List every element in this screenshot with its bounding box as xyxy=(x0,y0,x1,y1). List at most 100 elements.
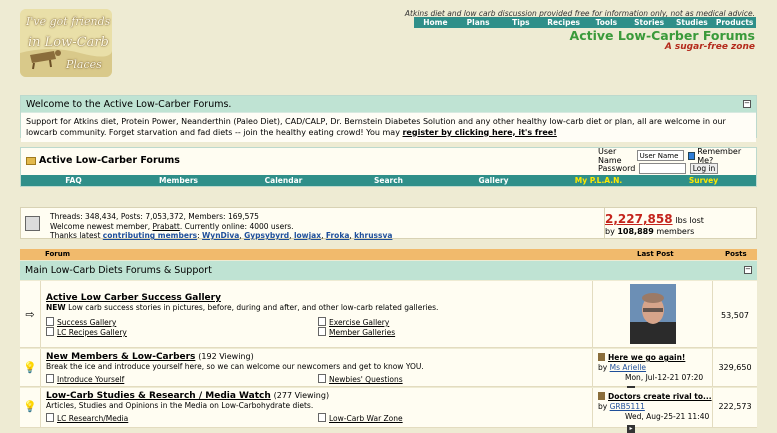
pounds-lost-value[interactable]: 2,227,858 xyxy=(605,212,673,226)
sub-navigation: FAQ Members Calendar Search Gallery My P… xyxy=(21,175,756,186)
forum-title-link[interactable]: New Members & Low-Carbers xyxy=(46,352,195,362)
logo-text-line3: Places xyxy=(66,58,102,71)
last-post-title[interactable]: Here we go again! xyxy=(608,353,685,362)
by-label: by xyxy=(605,227,615,236)
nav-products[interactable]: Products xyxy=(713,17,756,28)
collapse-icon[interactable]: − xyxy=(743,100,751,108)
viewing-count: (192 Viewing) xyxy=(198,352,254,361)
subnav-members[interactable]: Members xyxy=(126,175,231,186)
newest-prefix: Welcome newest member, xyxy=(50,221,153,231)
contributor-link[interactable]: Gypsybyrd xyxy=(244,231,289,240)
subnav-calendar[interactable]: Calendar xyxy=(231,175,336,186)
site-logo[interactable]: I've got friends in Low-Carb Places xyxy=(20,9,112,77)
password-input[interactable] xyxy=(639,163,686,174)
welcome-heading-text: Welcome to the Active Low-Carber Forums. xyxy=(26,99,232,110)
last-post-user[interactable]: GRB5111 xyxy=(610,402,645,411)
posts-count: 329,650 xyxy=(718,363,752,372)
forum-row: 💡 Low-Carb Studies & Research / Media Wa… xyxy=(20,388,757,433)
password-label: Password xyxy=(598,164,636,173)
stats-icon xyxy=(25,216,40,231)
lightbulb-icon: 💡 xyxy=(20,388,41,427)
collapse-icon[interactable]: − xyxy=(744,266,752,274)
subforum-link[interactable]: Member Galleries xyxy=(318,327,395,337)
new-badge: NEW xyxy=(46,303,66,312)
col-last-post: Last Post xyxy=(637,250,674,258)
login-form: User Name Remember Me? Password Log in xyxy=(598,146,756,175)
navbar-panel: Active Low-Carber Forums User Name Remem… xyxy=(20,147,757,187)
subforum-link[interactable]: Exercise Gallery xyxy=(318,317,389,327)
subforum-link[interactable]: Success Gallery xyxy=(46,317,116,327)
last-post-date: Mon, Jul-12-21 07:20 xyxy=(625,373,704,382)
login-button[interactable]: Log in xyxy=(690,163,718,174)
username-label: User Name xyxy=(598,146,622,165)
posts-count-cell: 222,573 xyxy=(713,388,757,427)
subnav-survey[interactable]: Survey xyxy=(651,175,756,186)
forum-stats: Threads: 348,434, Posts: 7,053,372, Memb… xyxy=(20,207,757,241)
welcome-body: Support for Atkins diet, Protein Power, … xyxy=(21,113,756,142)
register-link[interactable]: register by clicking here, it's free! xyxy=(402,128,556,137)
last-post-user[interactable]: Ms Arielle xyxy=(610,363,646,372)
subforum-link[interactable]: LC Recipes Gallery xyxy=(46,327,127,337)
subforum-link[interactable]: Low-Carb War Zone xyxy=(318,413,403,423)
members-label: members xyxy=(656,227,695,236)
forum-description: Low carb success stories in pictures, be… xyxy=(65,303,439,312)
subnav-search[interactable]: Search xyxy=(336,175,441,186)
thanks-prefix: Thanks latest xyxy=(50,231,103,240)
go-to-post-icon[interactable]: ▸ xyxy=(627,425,635,433)
nav-home[interactable]: Home xyxy=(414,17,457,28)
gallery-photo[interactable] xyxy=(630,284,676,344)
posts-count: 222,573 xyxy=(718,402,752,411)
forum-title-link[interactable]: Active Low Carber Success Gallery xyxy=(46,293,221,303)
lightbulb-icon: 💡 xyxy=(20,349,41,386)
top-navigation: Home Plans Tips Recipes Tools Stories St… xyxy=(414,17,756,28)
subnav-gallery[interactable]: Gallery xyxy=(441,175,546,186)
nav-tips[interactable]: Tips xyxy=(500,17,543,28)
subnav-faq[interactable]: FAQ xyxy=(21,175,126,186)
stats-counts: Threads: 348,434, Posts: 7,053,372, Memb… xyxy=(50,212,259,221)
last-post-title[interactable]: Doctors create rival to... xyxy=(608,392,712,401)
forum-row: ⇨ Active Low Carber Success Gallery NEW … xyxy=(20,281,757,348)
subnav-my-plan[interactable]: My P.L.A.N. xyxy=(546,175,651,186)
logo-text-line1: I've got friends xyxy=(26,15,111,28)
nav-tools[interactable]: Tools xyxy=(585,17,628,28)
contributor-link[interactable]: lowjax xyxy=(294,231,321,240)
newest-member-link[interactable]: Prabatt xyxy=(153,222,180,231)
posts-count-cell: 329,650 xyxy=(713,349,757,386)
forum-arrow-icon: ⇨ xyxy=(20,281,41,347)
forum-description: Break the ice and introduce yourself her… xyxy=(46,362,424,371)
forum-title-link[interactable]: Low-Carb Studies & Research / Media Watc… xyxy=(46,391,271,401)
remember-checkbox[interactable] xyxy=(687,151,696,160)
by-label: by xyxy=(598,402,608,411)
subforum-link[interactable]: Introduce Yourself xyxy=(46,374,124,384)
subforum-link[interactable]: Newbies' Questions xyxy=(318,374,403,384)
pounds-lost-unit: lbs lost xyxy=(675,216,704,225)
contributor-link[interactable]: Froka xyxy=(326,231,350,240)
logo-text-line2: in Low-Carb xyxy=(28,35,109,50)
stats-text: Threads: 348,434, Posts: 7,053,372, Memb… xyxy=(50,212,392,241)
thread-icon xyxy=(598,353,605,361)
category-header[interactable]: Main Low-Carb Diets Forums & Support − xyxy=(20,261,757,280)
stats-newest: Welcome newest member, Prabatt. Currentl… xyxy=(50,222,392,232)
subforum-link[interactable]: LC Research/Media xyxy=(46,413,128,423)
posts-count-cell: 53,507 xyxy=(713,281,757,347)
members-count: 108,889 xyxy=(617,227,654,236)
category-title[interactable]: Main Low-Carb Diets Forums & Support xyxy=(25,265,212,276)
column-headers: Forum Last Post Posts xyxy=(20,249,757,260)
welcome-heading: Welcome to the Active Low-Carber Forums.… xyxy=(21,96,756,113)
col-posts: Posts xyxy=(725,250,747,258)
contributing-members-link[interactable]: contributing members xyxy=(103,231,197,240)
contributor-link[interactable]: khrussva xyxy=(354,231,392,240)
nav-stories[interactable]: Stories xyxy=(628,17,671,28)
stats-contributors: Thanks latest contributing members: WynD… xyxy=(50,231,393,240)
nav-plans[interactable]: Plans xyxy=(457,17,500,28)
pounds-lost-box: 2,227,858 lbs lost by 108,889 members xyxy=(604,208,757,239)
folder-icon xyxy=(26,157,36,165)
last-post-cell: Here we go again! by Ms Arielle Mon, Jul… xyxy=(592,349,713,394)
nav-recipes[interactable]: Recipes xyxy=(542,17,585,28)
contributor-link[interactable]: WynDiva xyxy=(202,231,239,240)
by-label: by xyxy=(598,363,608,372)
breadcrumb[interactable]: Active Low-Carber Forums xyxy=(39,155,180,166)
username-input[interactable] xyxy=(636,150,684,161)
last-post-date: Wed, Aug-25-21 11:40 xyxy=(625,412,710,421)
nav-studies[interactable]: Studies xyxy=(671,17,714,28)
